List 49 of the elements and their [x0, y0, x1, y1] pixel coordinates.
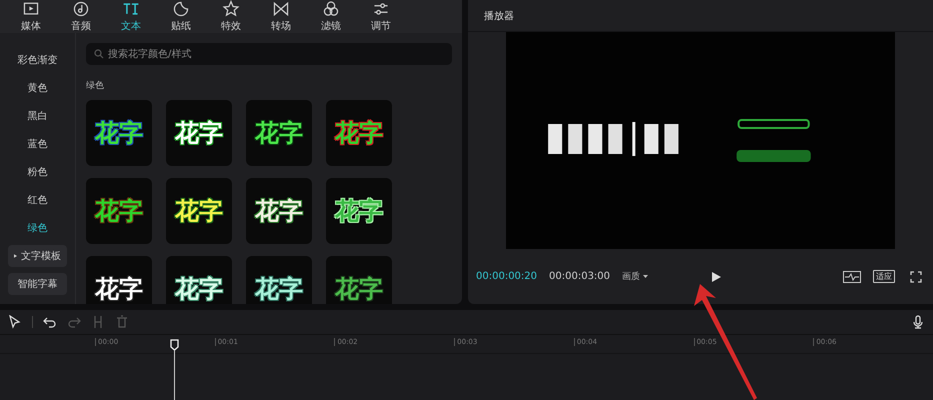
text-style-tile[interactable]: 花字: [166, 100, 232, 166]
text-style-tile[interactable]: 花字: [166, 178, 232, 244]
toolbar-tab[interactable]: 转场: [256, 0, 306, 33]
text-style-tile[interactable]: 花字: [246, 100, 312, 166]
text-style-tile[interactable]: 花字: [326, 100, 392, 166]
sidebar-item[interactable]: 蓝色: [0, 130, 75, 158]
toolbar-tab[interactable]: 特效: [206, 0, 256, 33]
text-style-tile[interactable]: 花字: [326, 178, 392, 244]
sidebar-item[interactable]: 红色: [0, 186, 75, 214]
text-style-tile[interactable]: 花字: [166, 256, 232, 304]
sticker-icon: [172, 0, 190, 18]
search-icon: [94, 49, 104, 59]
sidebar-item[interactable]: 绿色: [0, 214, 75, 242]
total-time: 00:00:03:00: [549, 271, 610, 282]
star-icon: [222, 0, 240, 18]
waveform-button[interactable]: [843, 270, 861, 282]
toolbar-tab[interactable]: 调节: [356, 0, 406, 33]
search-field[interactable]: 搜索花字颜色/样式: [86, 43, 452, 65]
quality-dropdown[interactable]: 画质: [622, 270, 648, 283]
music-note-icon: [72, 0, 90, 18]
text-style-tile[interactable]: 花字: [86, 100, 152, 166]
text-style-tile[interactable]: 花字: [246, 178, 312, 244]
toolbar-tab[interactable]: 滤镜: [306, 0, 356, 33]
circles-icon: [322, 0, 340, 18]
sidebar-item[interactable]: 黑白: [0, 102, 75, 130]
sidebar-group[interactable]: 文字模板: [8, 245, 67, 267]
sidebar-button[interactable]: 智能字幕: [8, 273, 67, 295]
toolbar-tab[interactable]: 媒体: [6, 0, 56, 33]
sidebar-item[interactable]: 黄色: [0, 74, 75, 102]
microphone-button[interactable]: [911, 315, 925, 329]
caret-icon: [643, 275, 648, 278]
text-style-tile[interactable]: 花字: [246, 256, 312, 304]
text-style-tile[interactable]: 花字: [326, 256, 392, 304]
playhead[interactable]: [170, 339, 179, 400]
text-style-tile[interactable]: 花字: [86, 178, 152, 244]
sidebar-item[interactable]: 粉色: [0, 158, 75, 186]
toolbar-tab[interactable]: 贴纸: [156, 0, 206, 33]
toolbar-tab[interactable]: 文本: [106, 0, 156, 33]
undo-button[interactable]: [43, 315, 57, 329]
toolbar-tab[interactable]: 音频: [56, 0, 106, 33]
fit-button[interactable]: 适应: [873, 270, 895, 283]
current-time: 00:00:00:20: [476, 271, 538, 282]
pointer-tool-button[interactable]: [8, 315, 22, 329]
sidebar-item[interactable]: 彩色渐变: [0, 46, 75, 74]
section-title: 绿色: [86, 80, 105, 92]
play-button[interactable]: [710, 270, 722, 282]
text-style-tile[interactable]: 花字: [86, 256, 152, 304]
caret-icon: [14, 253, 17, 259]
bowtie-icon: [272, 0, 290, 18]
